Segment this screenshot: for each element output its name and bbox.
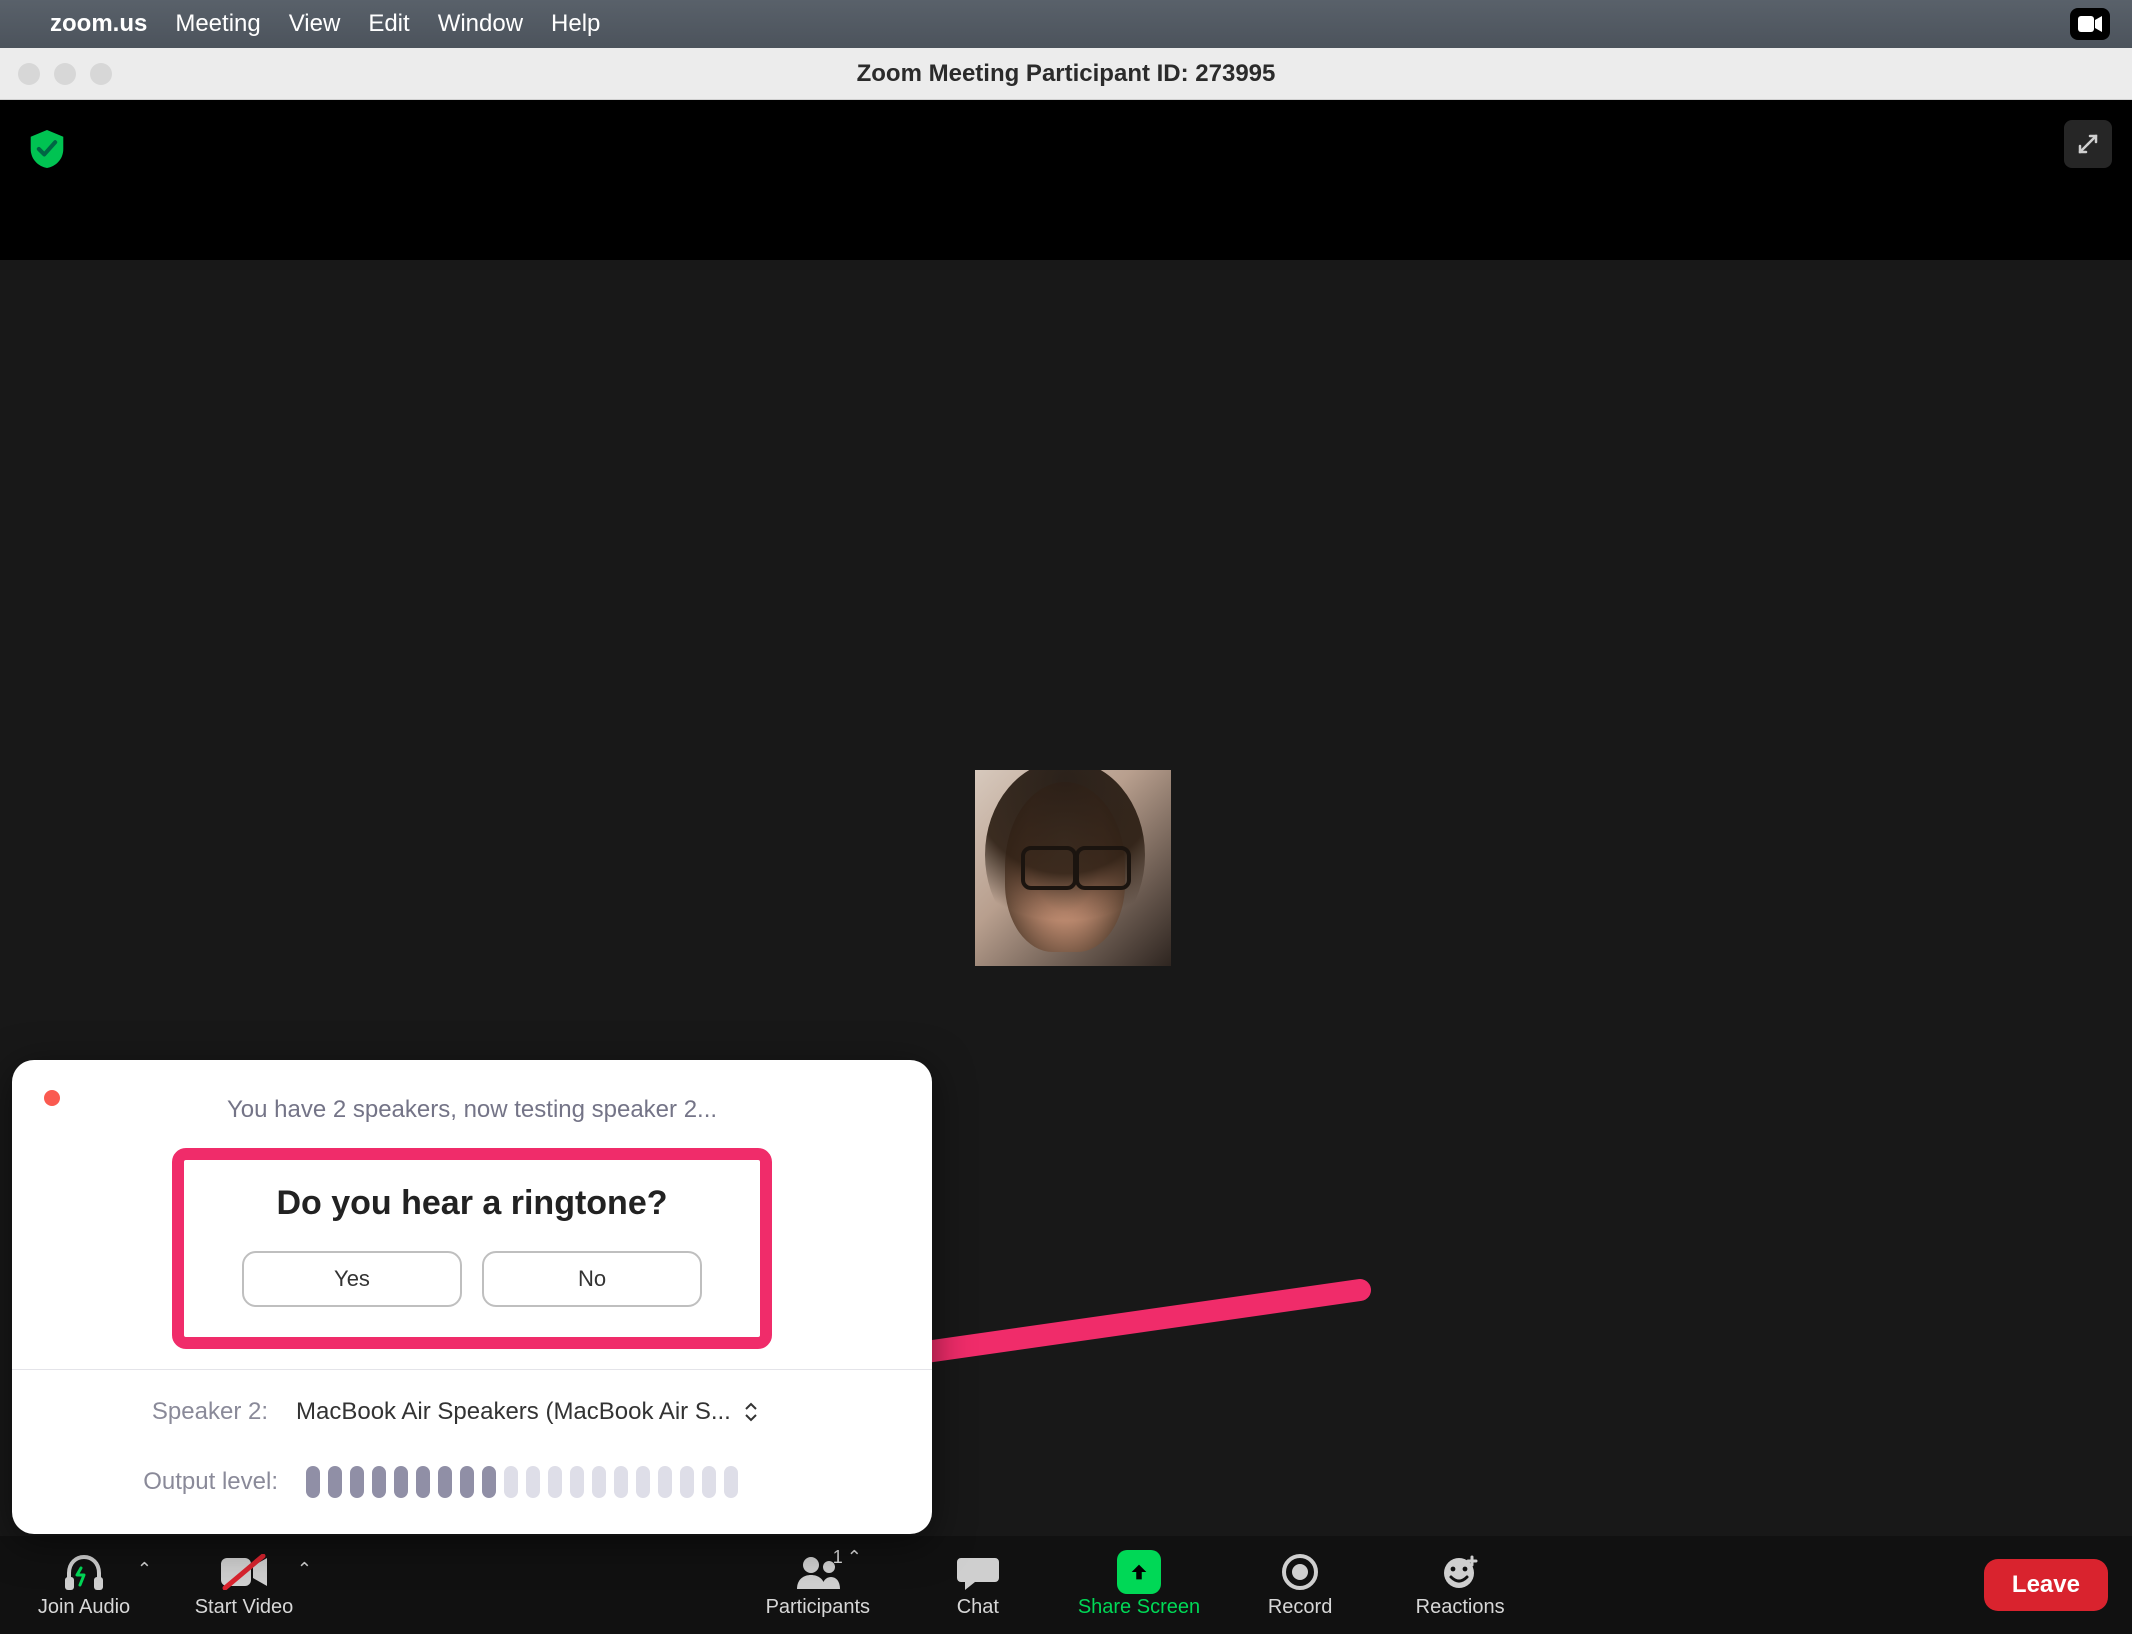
participants-button[interactable]: Participants 1 ⌃ (758, 1541, 878, 1629)
join-audio-button[interactable]: Join Audio ⌃ (24, 1541, 144, 1629)
level-bar (504, 1466, 518, 1498)
level-bar (306, 1466, 320, 1498)
smile-plus-icon (1441, 1553, 1479, 1591)
participant-video-tile[interactable] (975, 770, 1171, 966)
window-title-bar: Zoom Meeting Participant ID: 273995 (0, 48, 2132, 100)
level-bar (438, 1466, 452, 1498)
level-bar (570, 1466, 584, 1498)
level-bar (350, 1466, 364, 1498)
no-button[interactable]: No (482, 1251, 702, 1307)
level-bar (658, 1466, 672, 1498)
chevron-updown-icon (743, 1401, 759, 1423)
menubar-item-view[interactable]: View (289, 10, 341, 38)
dialog-question: Do you hear a ringtone? (276, 1184, 667, 1223)
meeting-toolbar: Join Audio ⌃ Start Video ⌃ Pa (0, 1536, 2132, 1634)
level-bar (460, 1466, 474, 1498)
level-bar (614, 1466, 628, 1498)
start-video-button[interactable]: Start Video ⌃ (184, 1541, 304, 1629)
yes-button[interactable]: Yes (242, 1251, 462, 1307)
menubar-item-meeting[interactable]: Meeting (175, 10, 260, 38)
participants-count: 1 ⌃ (833, 1547, 862, 1568)
speaker-select-label: Speaker 2: (138, 1398, 268, 1426)
level-bar (724, 1466, 738, 1498)
output-level-label: Output level: (128, 1468, 278, 1496)
speaker-select-value: MacBook Air Speakers (MacBook Air S... (296, 1398, 731, 1426)
reactions-button[interactable]: Reactions (1400, 1541, 1520, 1629)
menubar-item-help[interactable]: Help (551, 10, 600, 38)
speaker-select[interactable]: MacBook Air Speakers (MacBook Air S... (296, 1398, 759, 1426)
divider (12, 1369, 932, 1370)
highlighted-prompt: Do you hear a ringtone? Yes No (172, 1148, 772, 1349)
menubar-item-window[interactable]: Window (438, 10, 523, 38)
share-screen-button[interactable]: Share Screen (1078, 1541, 1200, 1629)
level-bar (680, 1466, 694, 1498)
output-level-meter (306, 1466, 738, 1498)
menubar-item-edit[interactable]: Edit (368, 10, 409, 38)
menubar-app-name[interactable]: zoom.us (50, 10, 147, 38)
encryption-shield-icon[interactable] (30, 130, 64, 168)
meeting-info-bar (0, 100, 2132, 260)
video-off-icon (219, 1554, 269, 1590)
level-bar (592, 1466, 606, 1498)
level-bar (482, 1466, 496, 1498)
chevron-up-icon[interactable]: ⌃ (847, 1547, 862, 1568)
macos-menu-bar: zoom.us Meeting View Edit Window Help (0, 0, 2132, 48)
record-icon (1281, 1553, 1319, 1591)
level-bar (636, 1466, 650, 1498)
chevron-up-icon[interactable]: ⌃ (297, 1559, 312, 1580)
leave-button[interactable]: Leave (1984, 1559, 2108, 1611)
record-button[interactable]: Record (1240, 1541, 1360, 1629)
level-bar (526, 1466, 540, 1498)
level-bar (328, 1466, 342, 1498)
level-bar (372, 1466, 386, 1498)
level-bar (394, 1466, 408, 1498)
enter-fullscreen-button[interactable] (2064, 120, 2112, 168)
level-bar (702, 1466, 716, 1498)
close-dot-icon[interactable] (44, 1090, 60, 1106)
headphones-icon (61, 1553, 107, 1591)
level-bar (548, 1466, 562, 1498)
chat-button[interactable]: Chat (918, 1541, 1038, 1629)
dialog-subtitle: You have 2 speakers, now testing speaker… (48, 1096, 896, 1124)
speaker-test-dialog: You have 2 speakers, now testing speaker… (12, 1060, 932, 1534)
chat-icon (957, 1554, 999, 1590)
window-title: Zoom Meeting Participant ID: 273995 (0, 60, 2132, 88)
chevron-up-icon[interactable]: ⌃ (137, 1559, 152, 1580)
level-bar (416, 1466, 430, 1498)
camera-status-icon[interactable] (2070, 8, 2110, 40)
share-arrow-icon (1117, 1550, 1161, 1594)
